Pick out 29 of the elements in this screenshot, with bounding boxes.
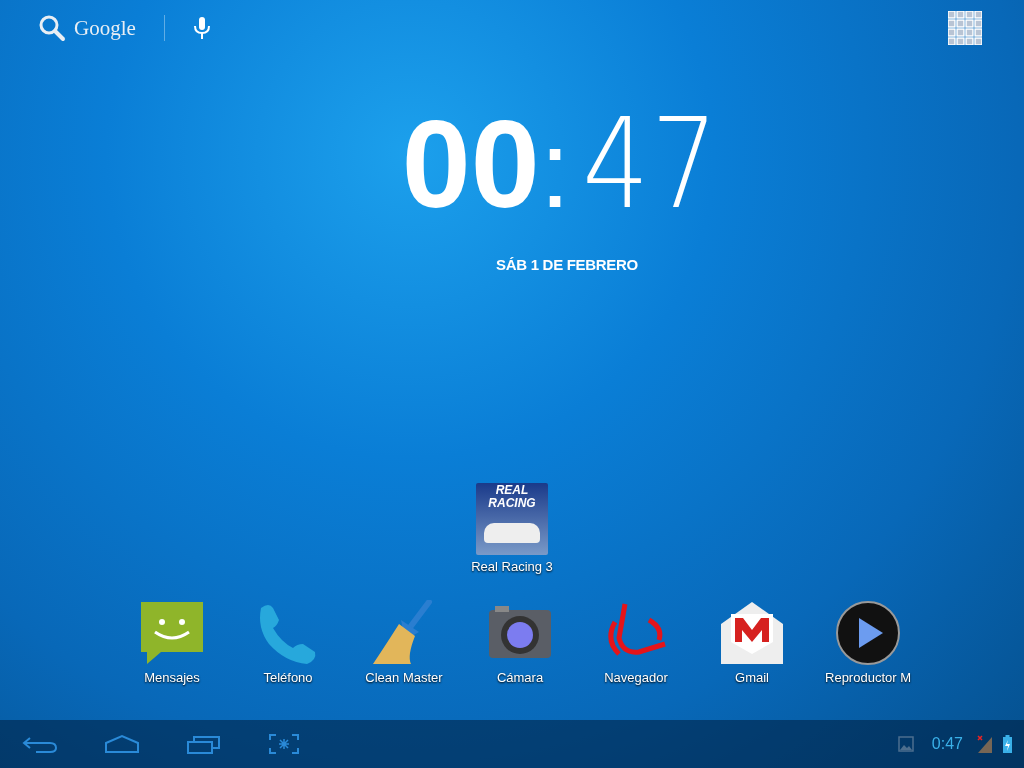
search-bar[interactable]: Google (38, 14, 211, 42)
status-time: 0:47 (931, 735, 963, 753)
envelope-app-icon[interactable] (719, 600, 785, 666)
signal-icon (977, 735, 993, 753)
clock-widget[interactable]: 00:47 (391, 102, 743, 226)
app-label: Cámara (496, 670, 544, 685)
home-icon[interactable] (104, 734, 140, 754)
app-label: Mensajes (144, 670, 200, 685)
race-car-app-icon[interactable]: REAL RACING (476, 483, 548, 555)
microphone-icon[interactable] (192, 16, 211, 40)
battery-icon (1003, 735, 1012, 753)
app-label: Clean Master (365, 670, 443, 685)
date-text: SÁB 1 DE FEBRERO (496, 256, 638, 273)
screenshot-icon[interactable] (268, 733, 300, 755)
icon-logo-text: RACING (488, 498, 536, 509)
app-label: Reproductor M (825, 670, 911, 685)
app-label: Gmail (735, 670, 769, 685)
app-label: Teléfono (263, 670, 313, 685)
recent-apps-icon[interactable] (186, 734, 222, 754)
speech-bubble-app-icon[interactable] (139, 600, 205, 666)
search-icon (38, 14, 66, 42)
race-car-drawing (484, 523, 540, 543)
play-app-icon[interactable] (835, 600, 901, 666)
app-drawer-icon[interactable] (948, 11, 982, 45)
app-label: Real Racing 3 (471, 559, 553, 574)
image-icon[interactable] (897, 736, 914, 752)
back-icon[interactable] (22, 734, 58, 754)
app-label: Navegador (604, 670, 668, 685)
icon-logo-text: REAL (495, 485, 529, 496)
